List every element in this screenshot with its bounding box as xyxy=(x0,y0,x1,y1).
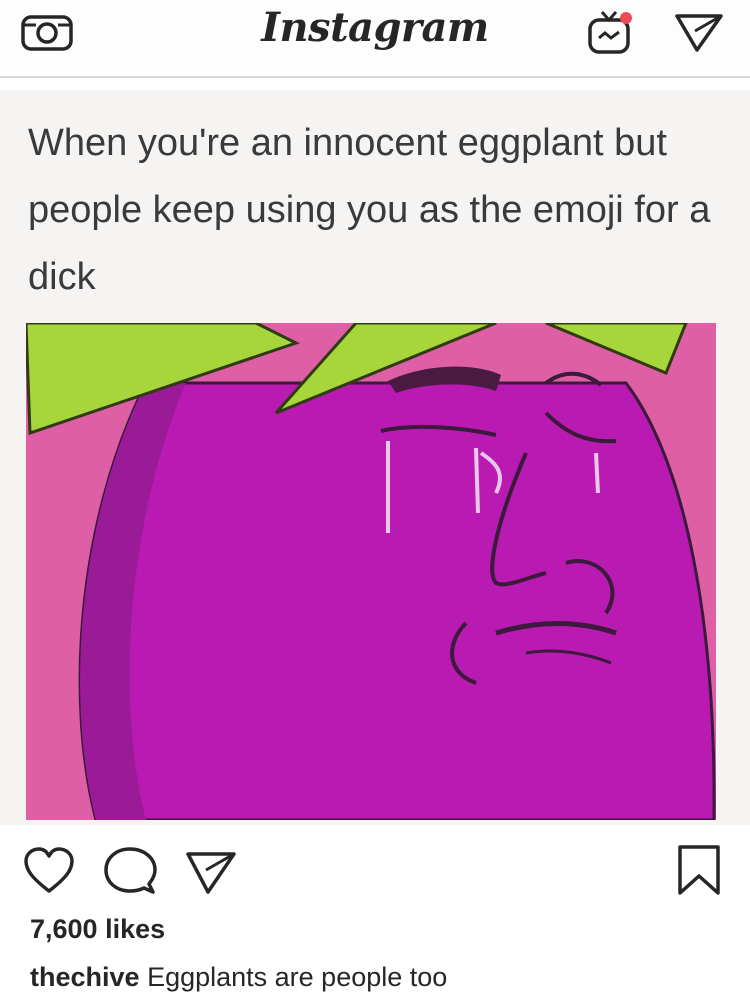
post-caption: thechive Eggplants are people too xyxy=(30,962,447,993)
caption-text: Eggplants are people too xyxy=(147,962,448,992)
heart-icon[interactable] xyxy=(22,846,76,896)
bookmark-icon[interactable] xyxy=(676,844,722,896)
share-icon[interactable] xyxy=(184,846,238,896)
likes-count[interactable]: 7,600 likes xyxy=(30,914,165,945)
top-navigation-bar: Instagram xyxy=(0,0,750,78)
igtv-icon[interactable] xyxy=(585,6,639,56)
comment-icon[interactable] xyxy=(103,846,157,896)
direct-message-icon[interactable] xyxy=(673,10,725,54)
post-actions-bar xyxy=(0,830,750,910)
caption-username[interactable]: thechive xyxy=(30,962,140,992)
meme-caption-text: When you're an innocent eggplant but peo… xyxy=(28,122,711,298)
crying-eggplant-illustration xyxy=(26,323,716,820)
